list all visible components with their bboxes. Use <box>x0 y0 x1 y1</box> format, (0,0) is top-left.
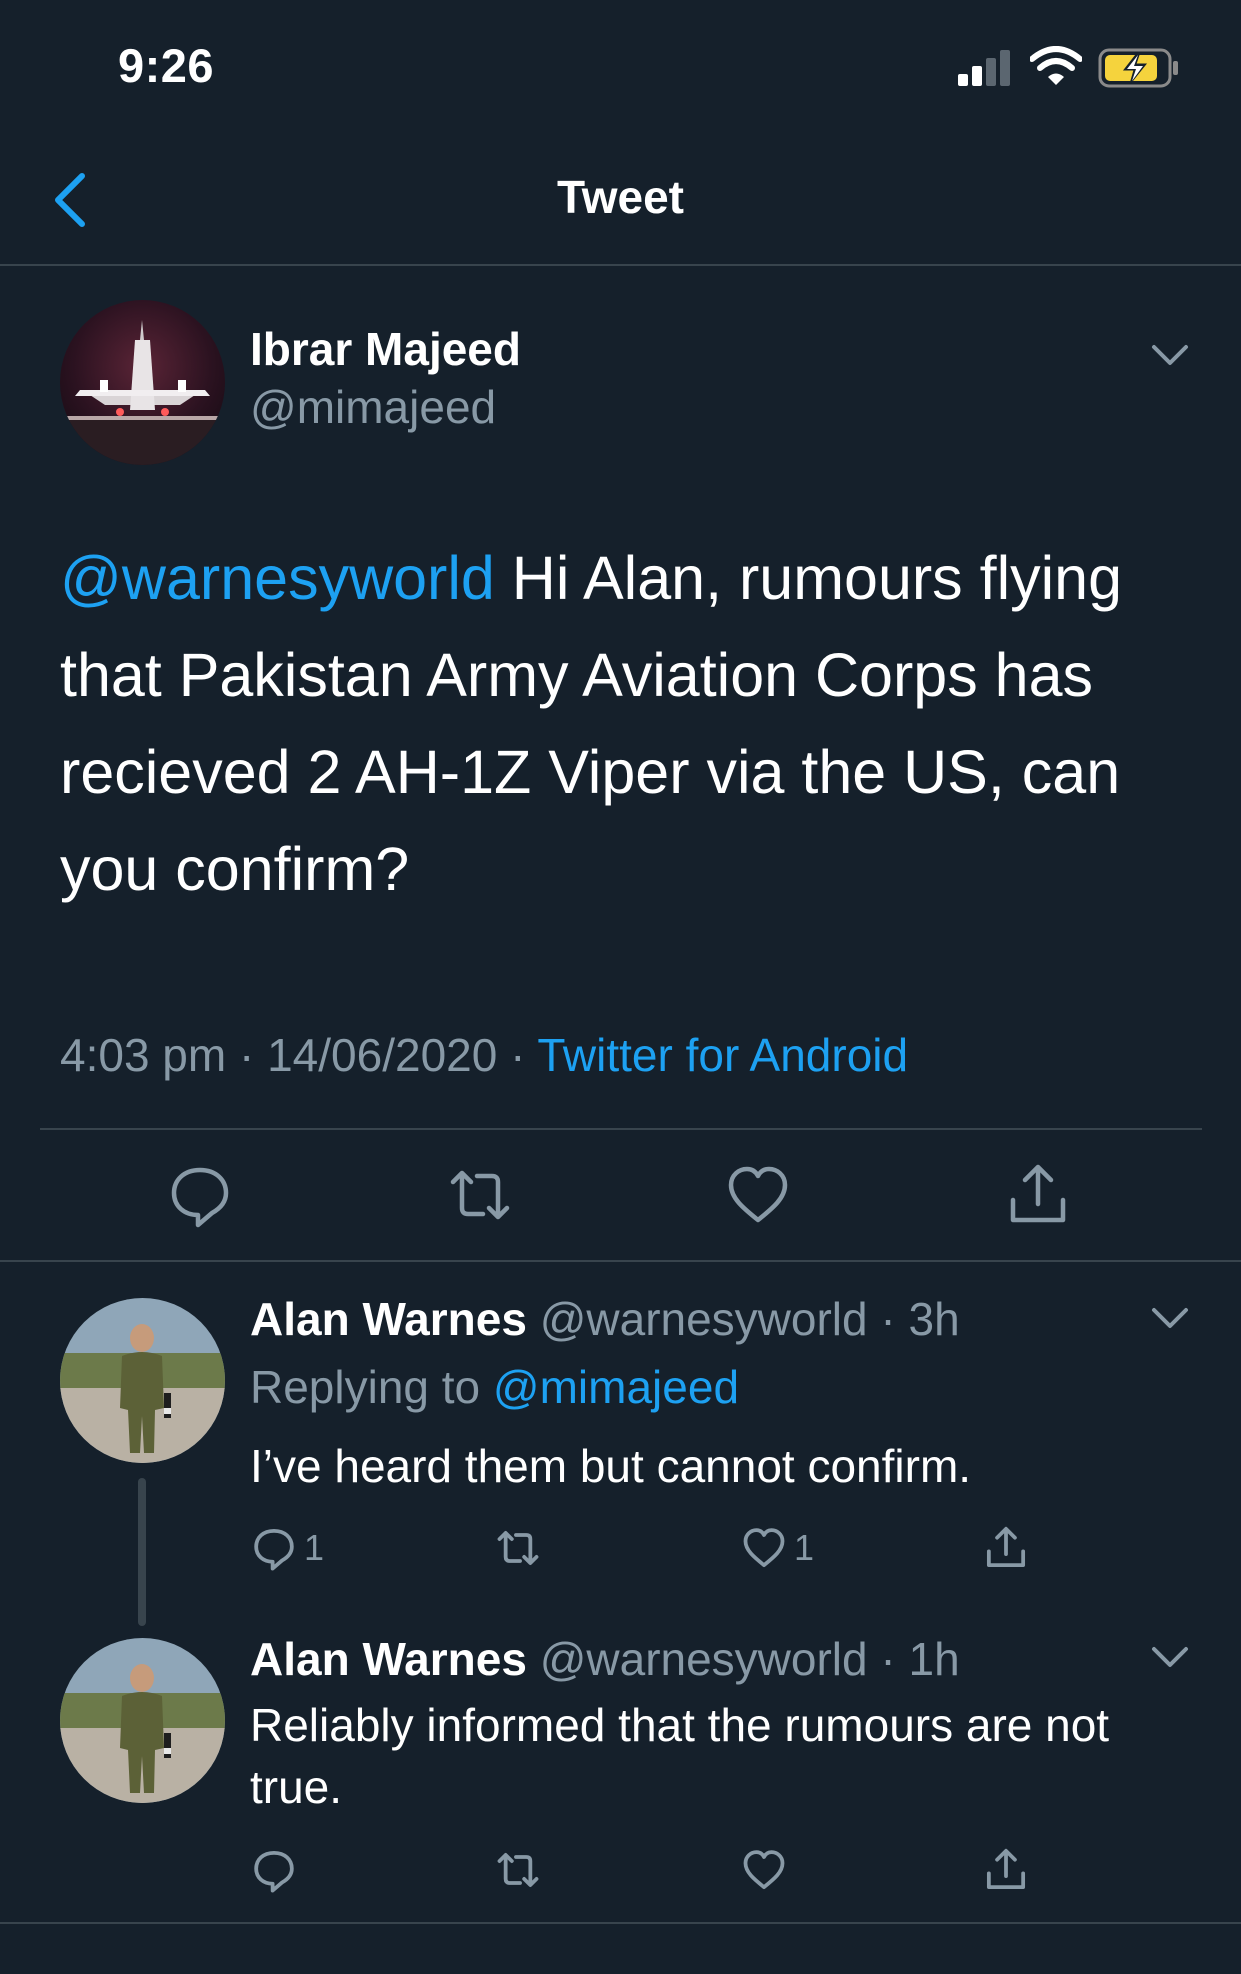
retweet-icon <box>497 1853 539 1887</box>
author-name[interactable]: Ibrar Majeed <box>250 322 521 376</box>
signal-icon <box>958 50 1010 86</box>
avatar[interactable] <box>60 1638 225 1803</box>
like-button[interactable] <box>740 1842 788 1898</box>
thread-connector <box>138 1478 146 1626</box>
retweet-button[interactable] <box>490 1520 546 1576</box>
share-icon[interactable] <box>1003 1160 1073 1230</box>
reply-text: Reliably informed that the rumours are n… <box>250 1699 1110 1813</box>
like-button[interactable]: 1 <box>740 1520 814 1576</box>
chevron-down-icon[interactable] <box>1150 343 1190 369</box>
reply-icon <box>254 1850 294 1893</box>
chevron-down-icon[interactable] <box>1150 1645 1190 1671</box>
reply-icon[interactable] <box>165 1160 235 1230</box>
divider <box>0 1260 1241 1262</box>
share-icon <box>986 1526 1026 1568</box>
reply-header: Alan Warnes @warnesyworld · 1h <box>250 1632 960 1686</box>
replying-to: Replying to @mimajeed <box>250 1360 739 1414</box>
like-icon[interactable] <box>723 1160 793 1230</box>
wifi-icon <box>1030 46 1082 85</box>
jet-photo-image <box>60 300 225 465</box>
source-link[interactable]: Twitter for Android <box>537 1029 908 1081</box>
avatar[interactable] <box>60 1298 225 1463</box>
share-button[interactable] <box>982 1842 1030 1898</box>
mention-link[interactable]: @warnesyworld <box>60 544 495 612</box>
avatar[interactable] <box>60 300 225 465</box>
status-bar: 9:26 <box>0 0 1241 130</box>
retweet-icon[interactable] <box>445 1160 515 1230</box>
reply-author-name[interactable]: Alan Warnes <box>250 1633 527 1685</box>
tweet-text: @warnesyworld Hi Alan, rumours flying th… <box>60 530 1190 918</box>
divider <box>0 1922 1241 1924</box>
reply-button[interactable]: 1 <box>250 1520 324 1576</box>
page-title: Tweet <box>557 171 684 223</box>
author-handle[interactable]: @mimajeed <box>250 380 496 434</box>
battery-charging-icon <box>1098 48 1178 88</box>
retweet-button[interactable] <box>490 1842 546 1898</box>
retweet-icon <box>497 1531 539 1565</box>
divider <box>40 1128 1202 1130</box>
man-photo-image <box>60 1298 225 1463</box>
reply-author-handle[interactable]: @warnesyworld <box>540 1293 868 1345</box>
reply-count: 1 <box>304 1527 325 1568</box>
timestamp: 4:03 pm · 14/06/2020 · <box>60 1029 538 1081</box>
reply-age: · 1h <box>867 1633 960 1685</box>
like-icon <box>743 1850 785 1890</box>
like-count: 1 <box>794 1527 815 1568</box>
replying-to-link[interactable]: @mimajeed <box>493 1361 739 1413</box>
chevron-down-icon[interactable] <box>1150 1306 1190 1332</box>
tweet-meta: 4:03 pm · 14/06/2020 · Twitter for Andro… <box>60 1028 908 1082</box>
reply-age: · 3h <box>867 1293 960 1345</box>
status-time: 9:26 <box>118 39 215 92</box>
replying-prefix: Replying to <box>250 1361 493 1413</box>
reply-text: I’ve heard them but cannot confirm. <box>250 1440 972 1492</box>
reply-author-name[interactable]: Alan Warnes <box>250 1293 527 1345</box>
share-button[interactable] <box>982 1520 1030 1576</box>
share-icon <box>986 1848 1026 1890</box>
reply-icon <box>254 1528 294 1571</box>
reply-author-handle[interactable]: @warnesyworld <box>540 1633 868 1685</box>
man-photo-image <box>60 1638 225 1803</box>
reply-header: Alan Warnes @warnesyworld · 3h <box>250 1292 960 1346</box>
reply-button[interactable] <box>250 1842 298 1898</box>
like-icon <box>743 1528 785 1568</box>
nav-bar: Tweet <box>0 140 1241 266</box>
